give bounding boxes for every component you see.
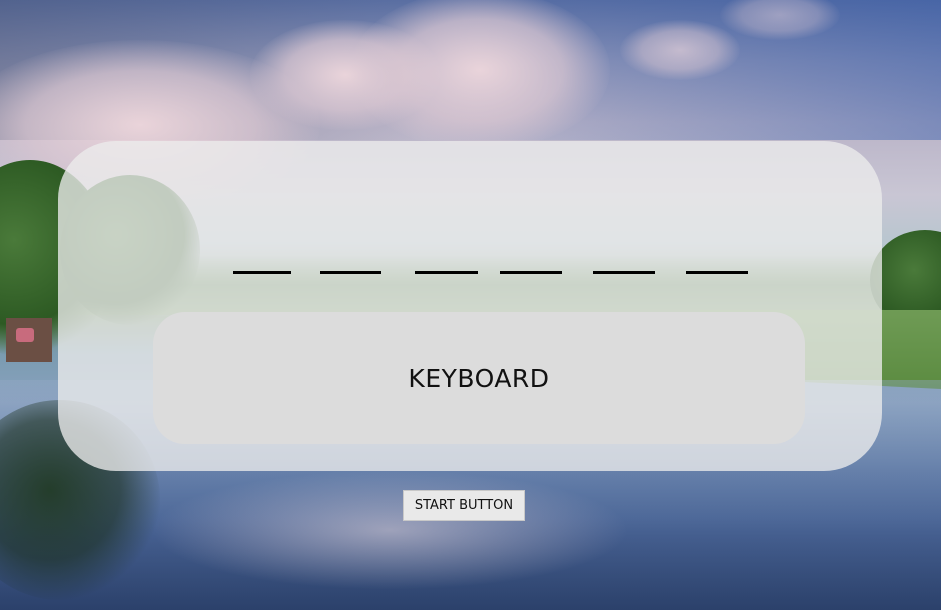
letter-slot-2	[320, 271, 381, 274]
game-screen: KEYBOARD START BUTTON	[0, 0, 941, 610]
cabin-door	[16, 328, 34, 342]
game-panel: KEYBOARD	[58, 141, 882, 471]
letter-slot-4	[500, 271, 562, 274]
letter-slot-5	[593, 271, 655, 274]
word-slots	[58, 141, 882, 291]
cloud-reflection	[150, 470, 630, 590]
letter-slot-6	[686, 271, 748, 274]
letter-slot-3	[415, 271, 478, 274]
start-button[interactable]: START BUTTON	[403, 490, 525, 521]
keyboard-area[interactable]: KEYBOARD	[153, 312, 805, 444]
keyboard-label: KEYBOARD	[408, 363, 550, 393]
cloud	[620, 20, 740, 80]
letter-slot-1	[233, 271, 291, 274]
